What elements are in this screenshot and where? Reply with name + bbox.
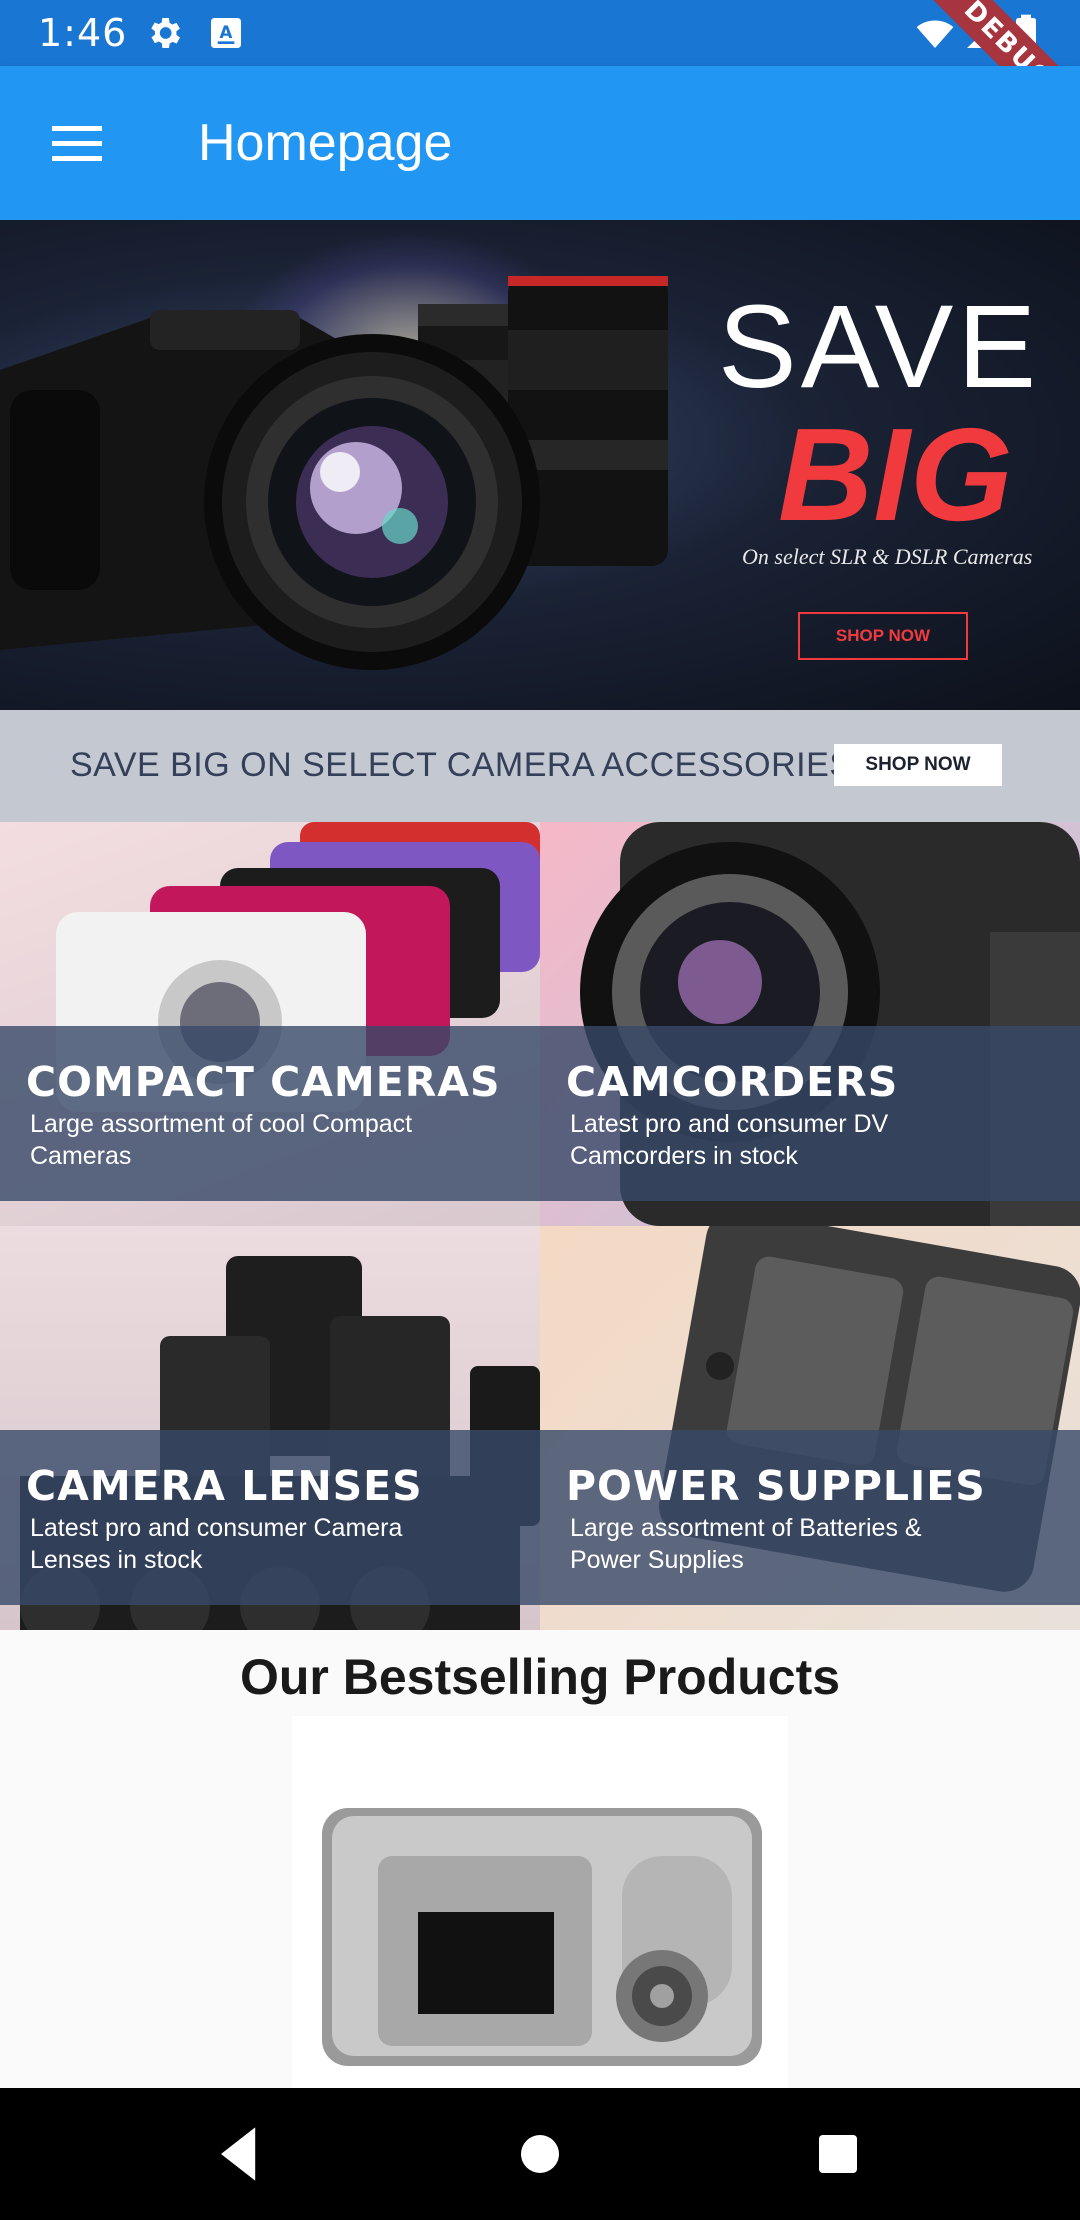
tile-title: COMPACT CAMERAS <box>26 1058 501 1106</box>
tile-caption: COMPACT CAMERAS Large assortment of cool… <box>0 1026 540 1201</box>
tile-title: CAMCORDERS <box>566 1058 899 1106</box>
recents-square-icon[interactable] <box>800 2116 876 2192</box>
category-power-supplies[interactable]: POWER SUPPLIES Large assortment of Batte… <box>540 1226 1080 1630</box>
status-time: 1:46 <box>38 11 128 55</box>
tile-caption: CAMERA LENSES Latest pro and consumer Ca… <box>0 1430 540 1605</box>
tile-description: Large assortment of Batteries & Power Su… <box>570 1514 922 1574</box>
system-nav-bar <box>0 2088 1080 2220</box>
page-title: Homepage <box>198 114 453 172</box>
back-triangle-icon[interactable] <box>202 2116 278 2192</box>
hero-headline-save: SAVE <box>718 281 1041 413</box>
hero-headline-big: BIG <box>778 401 1013 548</box>
tile-title: CAMERA LENSES <box>26 1462 423 1510</box>
product-card[interactable] <box>292 1716 788 2088</box>
hero-banner[interactable]: SAVE BIG On select SLR & DSLR Cameras SH… <box>0 220 1080 710</box>
home-circle-icon[interactable] <box>502 2116 578 2192</box>
hero-shop-now-button[interactable]: SHOP NOW <box>798 612 968 660</box>
gear-icon <box>151 18 180 48</box>
tile-title: POWER SUPPLIES <box>566 1462 986 1510</box>
wifi-icon <box>916 20 954 48</box>
keyboard-a-icon: A <box>211 18 241 48</box>
promo-text: SAVE BIG ON SELECT CAMERA ACCESSORIES <box>70 746 853 784</box>
category-camcorders[interactable]: CAMCORDERS Latest pro and consumer DV Ca… <box>540 822 1080 1226</box>
dslr-camera-image <box>0 276 668 670</box>
category-camera-lenses[interactable]: CAMERA LENSES Latest pro and consumer Ca… <box>0 1226 540 1630</box>
tile-caption: POWER SUPPLIES Large assortment of Batte… <box>540 1430 1080 1605</box>
bestselling-section-title: Our Bestselling Products <box>239 1649 841 1705</box>
accessories-promo-strip[interactable]: SAVE BIG ON SELECT CAMERA ACCESSORIES SH… <box>0 710 1080 822</box>
promo-shop-now-button[interactable]: SHOP NOW <box>834 744 1002 786</box>
app-bar: Homepage <box>0 66 1080 220</box>
tile-caption: CAMCORDERS Latest pro and consumer DV Ca… <box>540 1026 1080 1201</box>
tile-description: Large assortment of cool Compact Cameras <box>30 1110 413 1170</box>
tile-description: Latest pro and consumer Camera Lenses in… <box>30 1514 403 1574</box>
hero-subtext: On select SLR & DSLR Cameras <box>742 544 1033 569</box>
product-image <box>322 1808 762 2066</box>
svg-text:A: A <box>220 23 233 42</box>
tile-description: Latest pro and consumer DV Camcorders in… <box>570 1110 889 1170</box>
status-bar: 1:46 A DEBUG <box>0 0 1080 152</box>
hamburger-menu-icon[interactable] <box>38 110 116 176</box>
category-compact-cameras[interactable]: COMPACT CAMERAS Large assortment of cool… <box>0 822 540 1226</box>
